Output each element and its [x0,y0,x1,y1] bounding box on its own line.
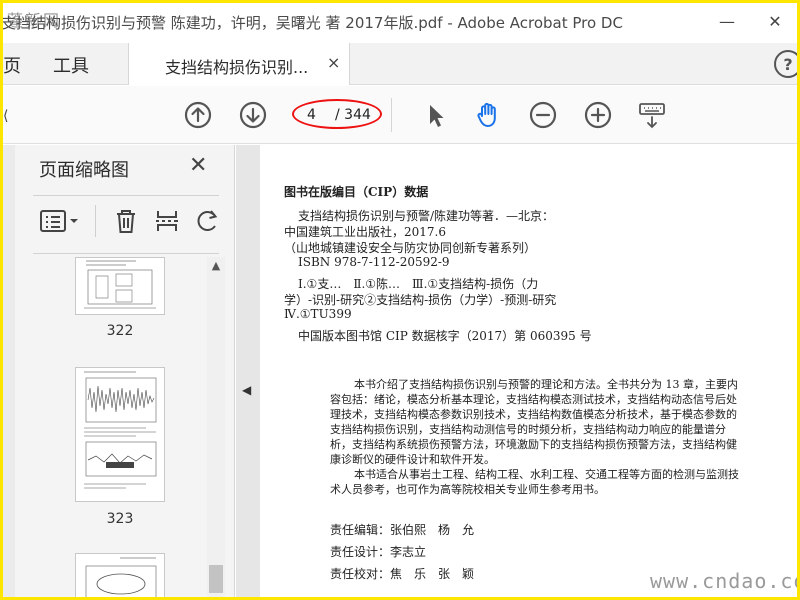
divider [33,195,219,196]
window-title: 支挡结构损伤识别与预警 陈建功，许明，吴曙光 著 2017年版.pdf - Ad… [3,14,623,32]
next-page-icon[interactable] [238,100,268,130]
extract-pages-icon[interactable] [153,207,181,235]
cip-line: 学）-识别-研究②支挡结构-损伤（力学）-预测-研究 [284,293,557,307]
panel-strip [3,145,15,597]
toolbar-divider [95,205,96,237]
abstract-paragraph: 本书介绍了支挡结构损伤识别与预警的理论和方法。全书共分为 13 章，主要内容包括… [330,378,738,466]
page-thumbnail[interactable] [75,553,165,597]
cip-line: （山地城镇建设安全与防灾协同创新专著系列） [284,241,537,255]
select-arrow-icon[interactable] [421,100,451,130]
site-watermark: www.cndao.com [650,569,797,593]
tab-tools[interactable]: 工具 [53,52,89,78]
scroll-up-arrow-icon[interactable]: ▲ [207,257,225,275]
cip-line: ISBN 978-7-112-20592-9 [298,255,450,269]
tab-close-button[interactable]: × [327,53,340,72]
pdf-page: 图书在版编目（CIP）数据 支挡结构损伤识别与预警/陈建功等著．—北京： 中国建… [260,145,797,597]
thumbnail-preview [85,557,157,597]
cip-line: Ⅰ.①支… Ⅱ.①陈… Ⅲ.①支挡结构-损伤（力 [298,277,539,291]
toolbar-divider [391,98,392,132]
tab-document[interactable]: 支挡结构损伤识别... × [128,43,350,85]
title-bar: 支挡结构损伤识别与预警 陈建功，许明，吴曙光 著 2017年版.pdf - Ad… [3,3,797,41]
red-highlight-oval [292,99,382,129]
book-abstract: 本书介绍了支挡结构损伤识别与预警的理论和方法。全书共分为 13 章，主要内容包括… [330,377,740,497]
credit-line: 责任设计：李志立 [330,545,427,559]
credit-line: 责任校对：焦 乐 张 颖 [330,567,475,581]
thumbnail-label: 322 [106,323,134,339]
credit-line: 责任编辑：张伯熙 杨 允 [330,523,475,537]
close-window-button[interactable]: ✕ [761,9,789,33]
cip-line: 中国建筑工业出版社，2017.6 [284,225,446,239]
page-thumbnail[interactable] [75,367,165,502]
thumbnail-scrollbar[interactable]: ▲ [207,257,225,597]
trash-icon[interactable] [112,207,140,235]
zoom-in-icon[interactable] [583,100,613,130]
panel-title: 页面缩略图 [39,160,129,181]
app-window: 支挡结构损伤识别与预警 陈建功，许明，吴曙光 著 2017年版.pdf - Ad… [3,3,797,597]
page-thumbnails-panel: 页面缩略图 ✕ 322 323 ▲ [3,145,235,597]
tab-bar: 页 工具 支挡结构损伤识别... × ? [3,43,797,85]
collapse-left-arrow-icon[interactable]: ◀ [242,383,251,397]
keyboard-scroll-icon[interactable] [637,100,667,130]
rotate-icon[interactable] [193,207,221,235]
zoom-out-icon[interactable] [528,100,558,130]
cip-line: Ⅳ.①TU399 [284,307,352,321]
prev-page-icon[interactable] [183,100,213,130]
thumbnail-label: 323 [106,511,134,527]
help-button[interactable]: ? [774,50,797,78]
toolbar: ⟨ 4 / 344 [3,86,797,144]
thumbnail-preview [84,371,157,489]
abstract-paragraph: 本书适合从事岩土工程、结构工程、水利工程、交通工程等方面的检测与监测技术人员参考… [330,468,739,496]
stamp-watermark: 蓬新网 [7,11,62,30]
panel-close-button[interactable]: ✕ [189,153,207,178]
tab-document-label: 支挡结构损伤识别... [165,58,309,77]
cip-line: 支挡结构损伤识别与预警/陈建功等著．—北京： [298,209,555,223]
hand-icon[interactable] [473,100,503,130]
scroll-thumb[interactable] [209,565,223,593]
options-menu-icon[interactable] [39,207,83,235]
cip-line: 中国版本图书馆 CIP 数据核字（2017）第 060395 号 [298,329,592,343]
divider [33,253,219,254]
thumbnail-preview [84,260,156,309]
minimize-button[interactable]: — [713,9,741,33]
tab-home[interactable]: 页 [3,52,21,78]
page-thumbnail[interactable] [75,257,165,315]
document-view: ◀ 图书在版编目（CIP）数据 支挡结构损伤识别与预警/陈建功等著．—北京： 中… [236,145,797,597]
chevron-left-icon[interactable]: ⟨ [3,108,8,124]
cip-heading: 图书在版编目（CIP）数据 [284,185,429,199]
